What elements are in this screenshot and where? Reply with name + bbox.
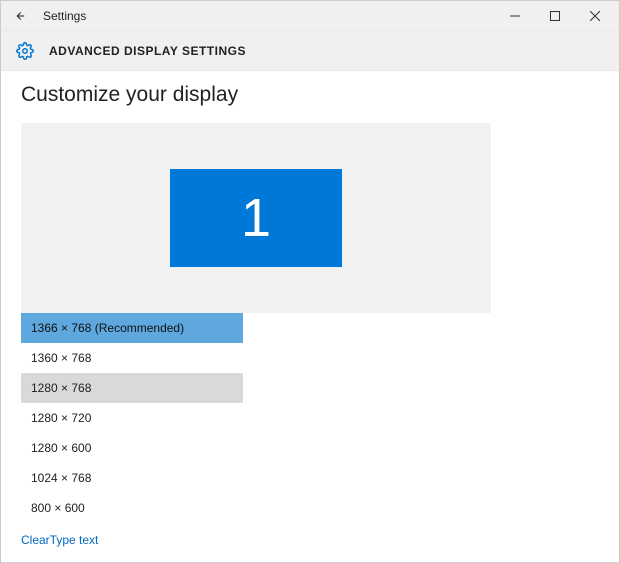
minimize-button[interactable] (495, 2, 535, 30)
arrow-left-icon (12, 9, 26, 23)
subheader-title: ADVANCED DISPLAY SETTINGS (49, 44, 246, 58)
display-preview: 1 (21, 123, 491, 313)
resolution-option-label: 1024 × 768 (31, 471, 91, 485)
window-title: Settings (43, 9, 86, 23)
resolution-option-label: 800 × 600 (31, 501, 85, 515)
titlebar: Settings (1, 1, 619, 31)
back-button[interactable] (5, 2, 33, 30)
maximize-icon (550, 11, 560, 21)
minimize-icon (510, 11, 520, 21)
resolution-option[interactable]: 800 × 600 (21, 493, 243, 523)
maximize-button[interactable] (535, 2, 575, 30)
resolution-option-label: 1366 × 768 (Recommended) (31, 321, 184, 335)
resolution-option[interactable]: 1366 × 768 (Recommended) (21, 313, 243, 343)
resolution-option[interactable]: 1360 × 768 (21, 343, 243, 373)
resolution-option-label: 1280 × 768 (31, 381, 91, 395)
resolution-option-label: 1360 × 768 (31, 351, 91, 365)
settings-window: Settings ADVANCED DISPLAY SETTINGS Custo… (0, 0, 620, 563)
resolution-option[interactable]: 1280 × 600 (21, 433, 243, 463)
page-title: Customize your display (21, 83, 599, 107)
close-icon (590, 11, 600, 21)
cleartype-link[interactable]: ClearType text (21, 533, 599, 547)
subheader: ADVANCED DISPLAY SETTINGS (1, 31, 619, 71)
resolution-option[interactable]: 1024 × 768 (21, 463, 243, 493)
cleartype-link-label: ClearType text (21, 533, 98, 547)
content: Customize your display 1 1366 × 768 (Rec… (1, 71, 619, 562)
resolution-option[interactable]: 1280 × 768 (21, 373, 243, 403)
window-controls (495, 2, 615, 30)
resolution-dropdown-list[interactable]: 1366 × 768 (Recommended) 1360 × 768 1280… (21, 313, 243, 523)
gear-icon (15, 41, 35, 61)
resolution-option-label: 1280 × 720 (31, 411, 91, 425)
resolution-option[interactable]: 1280 × 720 (21, 403, 243, 433)
monitor-tile-1[interactable]: 1 (170, 169, 342, 267)
close-button[interactable] (575, 2, 615, 30)
monitor-label: 1 (241, 187, 271, 249)
resolution-option-label: 1280 × 600 (31, 441, 91, 455)
